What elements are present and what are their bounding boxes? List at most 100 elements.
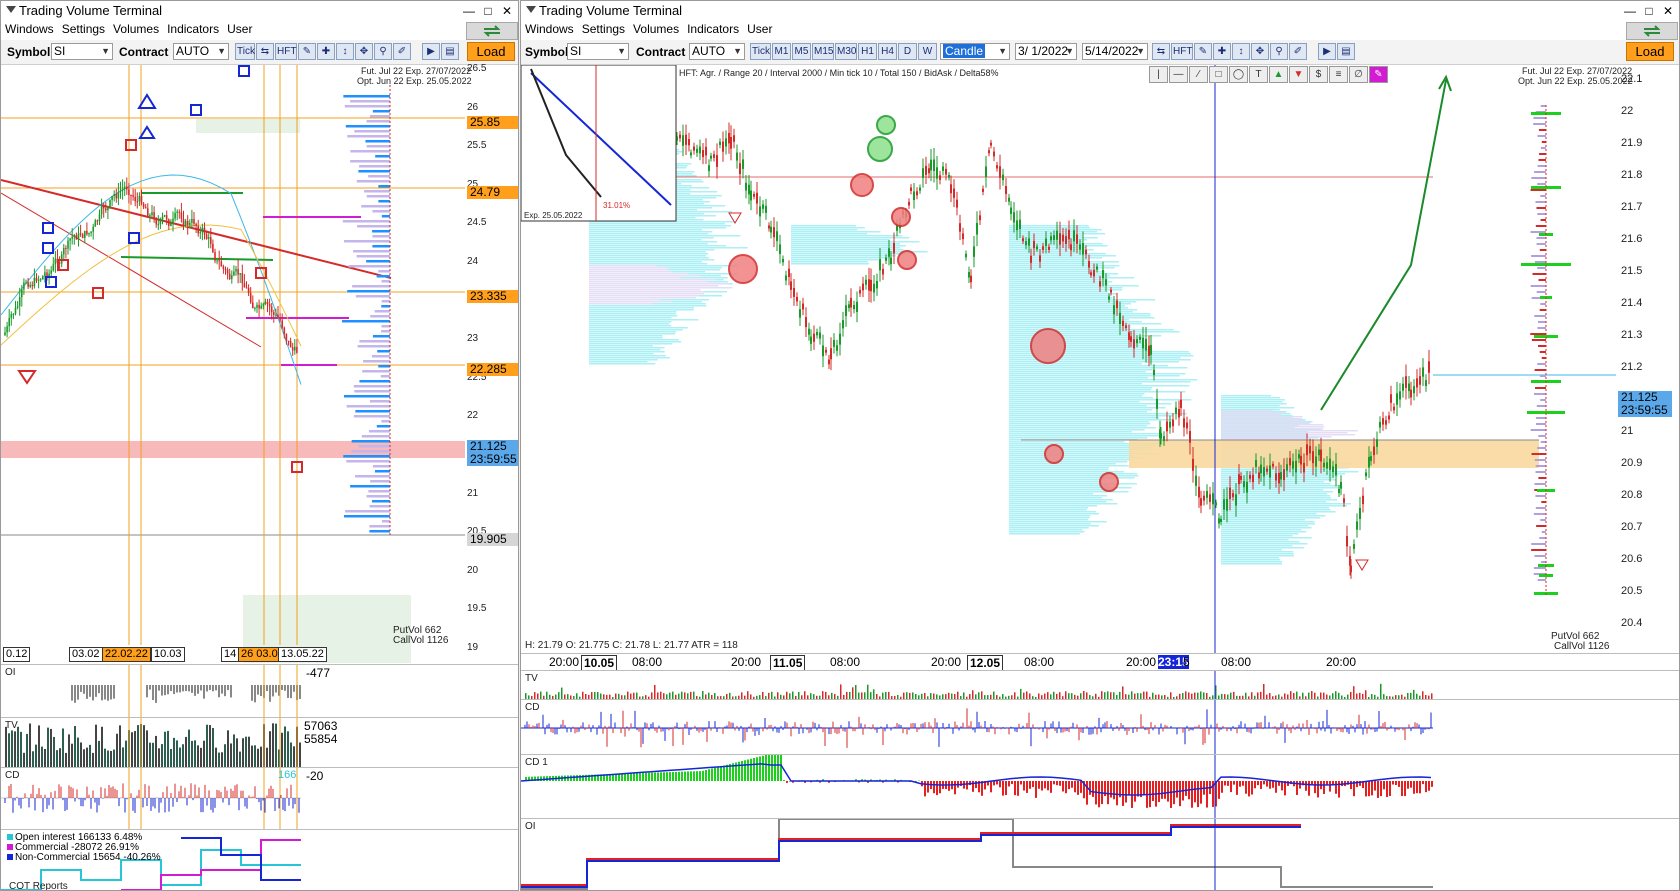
menu-windows[interactable]: Windows <box>1 21 58 36</box>
ruler-icon[interactable]: ↕ <box>1232 43 1250 60</box>
timeframe-d[interactable]: D <box>898 43 917 60</box>
rectangle-icon[interactable]: □ <box>1209 66 1228 83</box>
minimize-icon[interactable]: — <box>1621 3 1639 19</box>
pen-icon[interactable]: ✎ <box>298 43 316 60</box>
replay-icon[interactable]: ⇆ <box>256 43 274 60</box>
zoom-icon[interactable]: ⚲ <box>374 43 392 60</box>
menu-indicators[interactable]: Indicators <box>163 21 223 36</box>
tv-bar <box>125 740 127 768</box>
maximize-icon[interactable]: □ <box>479 3 497 19</box>
load-button[interactable]: Load <box>467 42 515 61</box>
play-icon[interactable]: ▶ <box>422 43 440 60</box>
arrow-up-icon[interactable]: ▲ <box>1269 66 1288 83</box>
minimize-icon[interactable]: — <box>460 3 478 19</box>
volume-profile-bar <box>1221 549 1282 551</box>
menu-volumes[interactable]: Volumes <box>109 21 163 36</box>
date-to-field[interactable]: 5/14/2022 ▼ <box>1082 43 1148 60</box>
close-icon[interactable]: ✕ <box>498 3 516 19</box>
sync-icon[interactable] <box>1626 22 1678 40</box>
timeframe-m5[interactable]: M5 <box>792 43 811 60</box>
chart-type-select[interactable]: Candle ▼ <box>940 43 1010 60</box>
volume-profile-bar <box>1221 529 1302 531</box>
vertical-line-icon[interactable]: | <box>1149 66 1168 83</box>
color-picker-icon[interactable]: ✎ <box>1369 66 1388 83</box>
right-cd1-pane[interactable]: CD 1 <box>521 754 1679 819</box>
cd1-bar <box>1377 781 1379 798</box>
replay-icon[interactable]: ⇆ <box>1152 43 1170 60</box>
eraser-icon[interactable]: ∅ <box>1349 66 1368 83</box>
text-icon[interactable]: T <box>1249 66 1268 83</box>
date-from-field[interactable]: 3/ 1/2022 ▼ <box>1015 43 1077 60</box>
move-icon[interactable]: ✥ <box>355 43 373 60</box>
timeframe-m15[interactable]: M15 <box>812 43 834 60</box>
left-cot-pane[interactable]: Open interest 166133 6.48% Commercial -28… <box>1 829 518 890</box>
left-price-chart[interactable]: Fut. Jul 22 Exp. 27/07/2022 Opt. Jun 22 … <box>1 63 518 664</box>
cd-value: -20 <box>306 769 324 783</box>
zoom-icon[interactable]: ⚲ <box>1270 43 1288 60</box>
menu-windows[interactable]: Windows <box>521 21 578 36</box>
hft-button[interactable]: HFT <box>1171 43 1193 60</box>
tick-button[interactable]: Tick <box>235 43 255 60</box>
tv-bar <box>83 749 85 768</box>
ellipse-icon[interactable]: ◯ <box>1229 66 1248 83</box>
close-icon[interactable]: ✕ <box>1659 3 1677 19</box>
bars-icon[interactable]: ▤ <box>1337 43 1355 60</box>
right-cd-pane[interactable]: CD <box>521 699 1679 755</box>
profile-bar <box>1536 525 1546 527</box>
timeframe-h4[interactable]: H4 <box>878 43 897 60</box>
ruler-icon[interactable]: ↕ <box>336 43 354 60</box>
left-tv-pane[interactable]: TV 57063 55854 <box>1 717 518 768</box>
right-title-bar[interactable]: Trading Volume Terminal — □ ✕ <box>521 1 1679 22</box>
timeframe-w[interactable]: W <box>918 43 937 60</box>
volume-profile-bar <box>1009 441 1125 443</box>
load-button[interactable]: Load <box>1626 42 1674 61</box>
dollar-icon[interactable]: $ <box>1309 66 1328 83</box>
crosshair-icon[interactable]: ✚ <box>317 43 335 60</box>
menu-settings[interactable]: Settings <box>58 21 109 36</box>
right-price-chart[interactable]: HFT: Agr. / Range 20 / Interval 2000 / M… <box>521 65 1679 653</box>
symbol-select[interactable]: SI ▼ <box>567 43 629 60</box>
horizontal-line-icon[interactable]: — <box>1169 66 1188 83</box>
timeframe-tick[interactable]: Tick <box>750 43 771 60</box>
left-title-bar[interactable]: Trading Volume Terminal — □ ✕ <box>1 1 518 22</box>
sync-icon[interactable] <box>466 22 518 40</box>
left-oi-pane[interactable]: OI -477 <box>1 664 518 718</box>
symbol-select[interactable]: SI ▼ <box>51 43 113 60</box>
cd1-bar <box>717 767 719 781</box>
brush-icon[interactable]: ✐ <box>393 43 411 60</box>
contract-select[interactable]: AUTO ▼ <box>689 43 745 60</box>
timeframe-m1[interactable]: M1 <box>772 43 791 60</box>
volume-profile-bar <box>1221 399 1285 401</box>
contract-select[interactable]: AUTO ▼ <box>173 43 229 60</box>
trend-line-icon[interactable]: ∕ <box>1189 66 1208 83</box>
maximize-icon[interactable]: □ <box>1640 3 1658 19</box>
volume-profile-bar <box>1009 267 1115 269</box>
menu-volumes[interactable]: Volumes <box>629 21 683 36</box>
crosshair-icon[interactable]: ✚ <box>1213 43 1231 60</box>
hft-button[interactable]: HFT <box>275 43 297 60</box>
tv-bar <box>1353 686 1355 699</box>
timeframe-m30[interactable]: M30 <box>835 43 857 60</box>
window-menu-icon[interactable] <box>526 6 536 13</box>
right-tv-pane[interactable]: TV <box>521 670 1679 700</box>
window-menu-icon[interactable] <box>6 6 16 13</box>
brush-icon[interactable]: ✐ <box>1289 43 1307 60</box>
move-icon[interactable]: ✥ <box>1251 43 1269 60</box>
right-oi-pane[interactable]: OI <box>521 818 1679 890</box>
menu-settings[interactable]: Settings <box>578 21 629 36</box>
play-icon[interactable]: ▶ <box>1318 43 1336 60</box>
oi-bar <box>206 685 208 692</box>
bars-icon[interactable]: ▤ <box>441 43 459 60</box>
candle-body <box>1385 420 1387 425</box>
menu-indicators[interactable]: Indicators <box>683 21 743 36</box>
pen-icon[interactable]: ✎ <box>1194 43 1212 60</box>
tv-bar <box>540 691 542 699</box>
timeframe-h1[interactable]: H1 <box>858 43 877 60</box>
candle-body <box>765 205 767 213</box>
fibonacci-icon[interactable]: ≡ <box>1329 66 1348 83</box>
menu-user[interactable]: User <box>743 21 776 36</box>
left-cd-pane[interactable]: CD -20 166 <box>1 767 518 830</box>
menu-user[interactable]: User <box>223 21 256 36</box>
arrow-down-icon[interactable]: ▼ <box>1289 66 1308 83</box>
tv-bar <box>101 726 103 768</box>
